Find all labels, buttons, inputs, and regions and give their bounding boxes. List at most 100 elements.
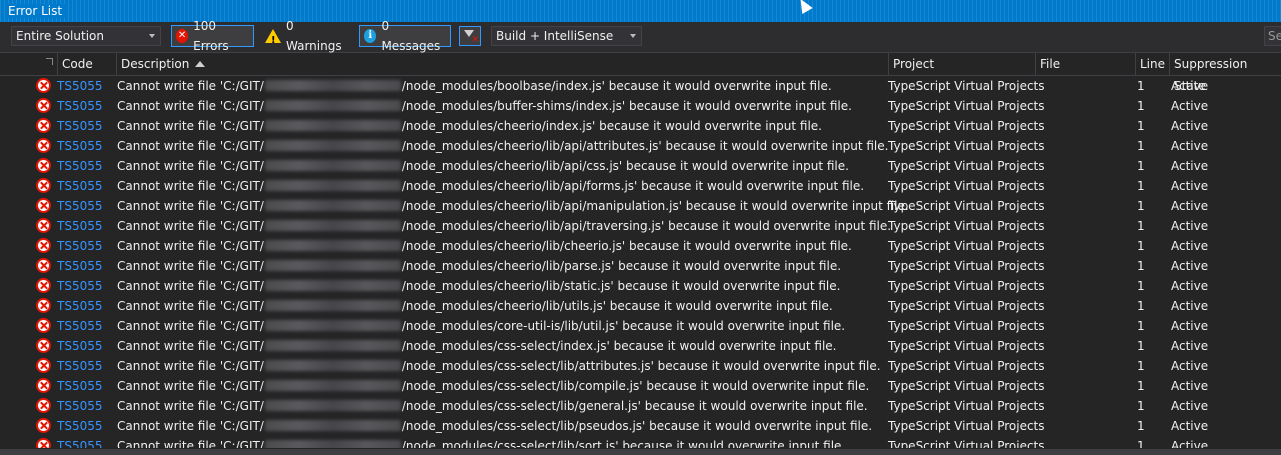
column-header-line[interactable]: Line bbox=[1135, 53, 1170, 75]
table-row[interactable]: TS5055 Cannot write file 'C:/GIT//node_m… bbox=[0, 136, 1281, 156]
table-row[interactable]: TS5055 Cannot write file 'C:/GIT//node_m… bbox=[0, 396, 1281, 416]
error-code-link[interactable]: TS5055 bbox=[57, 196, 103, 216]
search-input-text: Se bbox=[1268, 29, 1281, 43]
error-line: 1 bbox=[1137, 179, 1145, 193]
table-row[interactable]: TS5055 Cannot write file 'C:/GIT//node_m… bbox=[0, 176, 1281, 196]
table-row[interactable]: TS5055 Cannot write file 'C:/GIT//node_m… bbox=[0, 376, 1281, 396]
error-icon: ✕ bbox=[176, 29, 189, 43]
error-description: Cannot write file 'C:/GIT//node_modules/… bbox=[117, 159, 849, 173]
errors-filter-button[interactable]: ✕ 100 Errors bbox=[171, 19, 254, 53]
error-icon bbox=[36, 378, 51, 393]
table-row[interactable]: TS5055 Cannot write file 'C:/GIT//node_m… bbox=[0, 196, 1281, 216]
error-code-link[interactable]: TS5055 bbox=[57, 356, 103, 376]
redacted-path bbox=[264, 380, 401, 391]
error-code-link[interactable]: TS5055 bbox=[57, 176, 103, 196]
column-header-file[interactable]: File bbox=[1035, 53, 1136, 75]
search-input[interactable]: Se bbox=[1264, 26, 1281, 46]
column-options-icon[interactable] bbox=[46, 58, 53, 65]
errors-count-label: 100 Errors bbox=[193, 19, 229, 53]
error-icon bbox=[36, 198, 51, 213]
error-project: TypeScript Virtual Projects bbox=[888, 179, 1045, 193]
column-header-code-label: Code bbox=[62, 57, 93, 71]
table-row[interactable]: TS5055 Cannot write file 'C:/GIT//node_m… bbox=[0, 236, 1281, 256]
error-code-link[interactable]: TS5055 bbox=[57, 316, 103, 336]
redacted-path bbox=[264, 360, 401, 371]
error-description: Cannot write file 'C:/GIT//node_modules/… bbox=[117, 139, 889, 153]
column-header-file-label: File bbox=[1040, 57, 1061, 71]
error-suppression-state: Active bbox=[1171, 199, 1209, 213]
error-code-link[interactable]: TS5055 bbox=[57, 116, 103, 136]
horizontal-scrollbar[interactable] bbox=[0, 449, 1281, 455]
table-row[interactable]: TS5055 Cannot write file 'C:/GIT//node_m… bbox=[0, 276, 1281, 296]
error-project: TypeScript Virtual Projects bbox=[888, 159, 1045, 173]
error-code-link[interactable]: TS5055 bbox=[57, 76, 103, 96]
table-row[interactable]: TS5055 Cannot write file 'C:/GIT//node_m… bbox=[0, 296, 1281, 316]
error-line: 1 bbox=[1137, 99, 1145, 113]
error-project: TypeScript Virtual Projects bbox=[888, 359, 1045, 373]
error-project: TypeScript Virtual Projects bbox=[888, 79, 1045, 93]
error-line: 1 bbox=[1137, 339, 1145, 353]
error-line: 1 bbox=[1137, 379, 1145, 393]
error-icon bbox=[36, 178, 51, 193]
scope-dropdown[interactable]: Entire Solution bbox=[11, 26, 161, 46]
error-code-link[interactable]: TS5055 bbox=[57, 136, 103, 156]
error-description: Cannot write file 'C:/GIT//node_modules/… bbox=[117, 419, 873, 433]
table-row[interactable]: TS5055 Cannot write file 'C:/GIT//node_m… bbox=[0, 96, 1281, 116]
column-header-line-label: Line bbox=[1140, 57, 1166, 71]
sort-ascending-icon bbox=[195, 61, 206, 67]
error-description: Cannot write file 'C:/GIT//node_modules/… bbox=[117, 436, 845, 448]
error-project: TypeScript Virtual Projects bbox=[888, 379, 1045, 393]
error-line: 1 bbox=[1137, 399, 1145, 413]
clear-filter-button[interactable]: ✕ bbox=[459, 26, 481, 46]
error-code-link[interactable]: TS5055 bbox=[57, 396, 103, 416]
table-row[interactable]: TS5055 Cannot write file 'C:/GIT//node_m… bbox=[0, 436, 1281, 448]
redacted-path bbox=[264, 220, 401, 231]
column-header-code[interactable]: Code bbox=[57, 53, 117, 75]
table-row[interactable]: TS5055 Cannot write file 'C:/GIT//node_m… bbox=[0, 256, 1281, 276]
redacted-path bbox=[264, 140, 401, 151]
error-project: TypeScript Virtual Projects bbox=[888, 319, 1045, 333]
error-code-link[interactable]: TS5055 bbox=[57, 336, 103, 356]
error-code-link[interactable]: TS5055 bbox=[57, 156, 103, 176]
table-row[interactable]: TS5055 Cannot write file 'C:/GIT//node_m… bbox=[0, 116, 1281, 136]
error-icon bbox=[36, 218, 51, 233]
error-project: TypeScript Virtual Projects bbox=[888, 339, 1045, 353]
redacted-path bbox=[264, 440, 401, 448]
table-row[interactable]: TS5055 Cannot write file 'C:/GIT//node_m… bbox=[0, 76, 1281, 96]
redacted-path bbox=[264, 340, 401, 351]
error-suppression-state: Active bbox=[1171, 399, 1209, 413]
error-line: 1 bbox=[1137, 79, 1145, 93]
table-row[interactable]: TS5055 Cannot write file 'C:/GIT//node_m… bbox=[0, 216, 1281, 236]
error-suppression-state: Active bbox=[1171, 119, 1209, 133]
table-row[interactable]: TS5055 Cannot write file 'C:/GIT//node_m… bbox=[0, 156, 1281, 176]
table-row[interactable]: TS5055 Cannot write file 'C:/GIT//node_m… bbox=[0, 356, 1281, 376]
error-code-link[interactable]: TS5055 bbox=[57, 276, 103, 296]
error-suppression-state: Active bbox=[1171, 99, 1209, 113]
redacted-path bbox=[264, 400, 401, 411]
error-code-link[interactable]: TS5055 bbox=[57, 416, 103, 436]
error-line: 1 bbox=[1137, 279, 1145, 293]
error-code-link[interactable]: TS5055 bbox=[57, 216, 103, 236]
column-header-project[interactable]: Project bbox=[888, 53, 1036, 75]
error-code-link[interactable]: TS5055 bbox=[57, 296, 103, 316]
table-row[interactable]: TS5055 Cannot write file 'C:/GIT//node_m… bbox=[0, 336, 1281, 356]
error-suppression-state: Active bbox=[1171, 259, 1209, 273]
error-code-link[interactable]: TS5055 bbox=[57, 236, 103, 256]
warnings-filter-button[interactable]: ! 0 Warnings bbox=[261, 19, 351, 53]
column-header-description[interactable]: Description bbox=[116, 53, 889, 75]
chevron-down-icon bbox=[149, 34, 155, 38]
error-description: Cannot write file 'C:/GIT//node_modules/… bbox=[117, 79, 832, 93]
messages-filter-button[interactable]: i 0 Messages bbox=[359, 19, 451, 53]
table-row[interactable]: TS5055 Cannot write file 'C:/GIT//node_m… bbox=[0, 416, 1281, 436]
error-code-link[interactable]: TS5055 bbox=[57, 376, 103, 396]
messages-count-label: 0 Messages bbox=[381, 19, 441, 53]
table-row[interactable]: TS5055 Cannot write file 'C:/GIT//node_m… bbox=[0, 316, 1281, 336]
error-code-link[interactable]: TS5055 bbox=[57, 256, 103, 276]
error-code-link[interactable]: TS5055 bbox=[57, 96, 103, 116]
source-dropdown[interactable]: Build + IntelliSense bbox=[491, 26, 642, 46]
column-header-suppression-state[interactable]: Suppression State bbox=[1169, 53, 1281, 93]
error-project: TypeScript Virtual Projects bbox=[888, 199, 1045, 213]
error-project: TypeScript Virtual Projects bbox=[888, 239, 1045, 253]
error-code-link[interactable]: TS5055 bbox=[57, 436, 103, 448]
redacted-path bbox=[264, 200, 401, 211]
